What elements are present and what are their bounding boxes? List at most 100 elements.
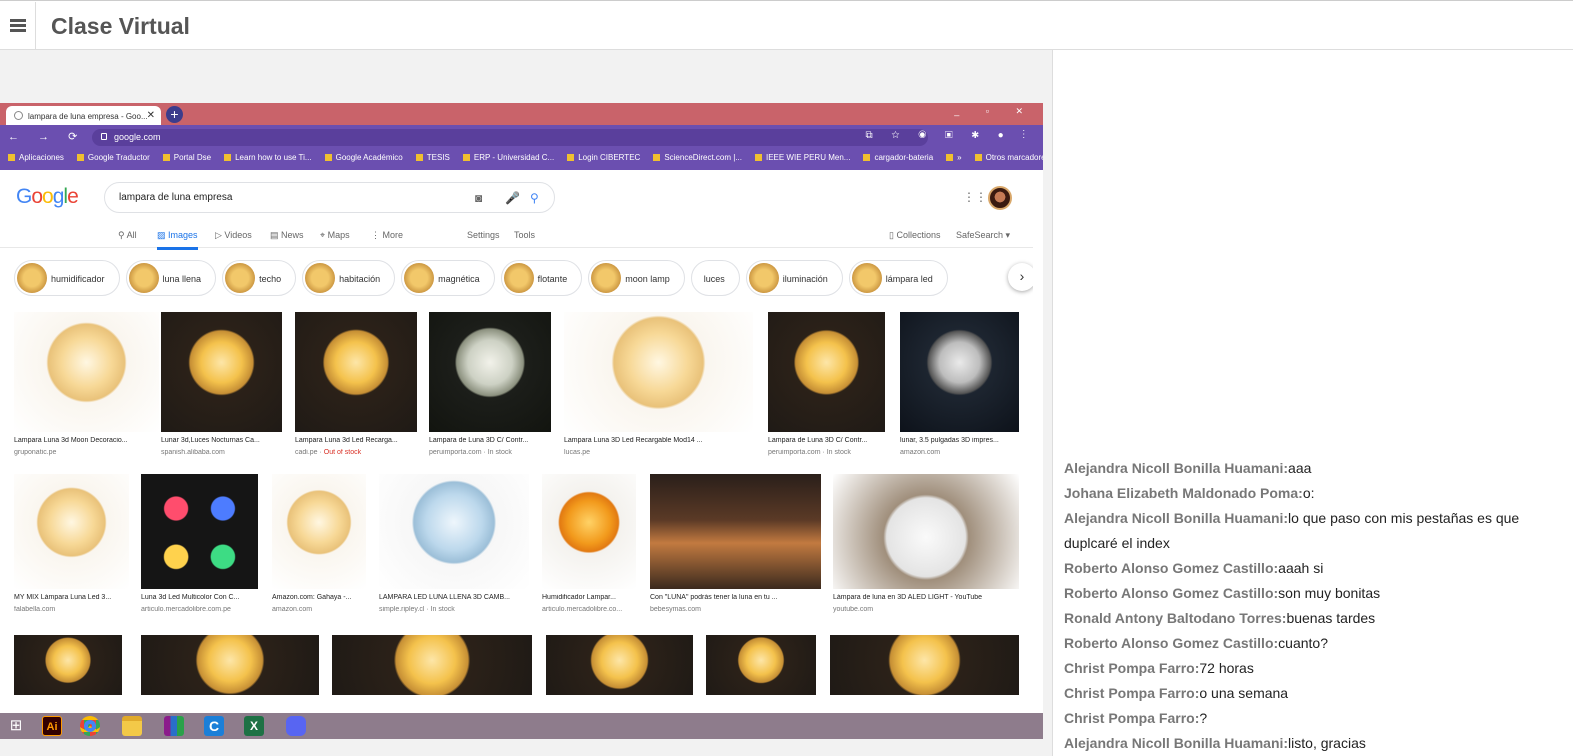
windows-start-icon[interactable]: ⊞ bbox=[6, 716, 26, 736]
result-thumbnail[interactable] bbox=[295, 312, 417, 432]
result-thumbnail[interactable] bbox=[768, 312, 885, 432]
related-search-chip[interactable]: flotante bbox=[500, 260, 583, 296]
tab-tools[interactable]: Tools bbox=[514, 230, 535, 240]
illustrator-icon[interactable]: Ai bbox=[42, 716, 62, 736]
image-result-partial[interactable] bbox=[14, 635, 122, 695]
bookmark-item[interactable]: Otros marcadores bbox=[975, 153, 1043, 162]
result-thumbnail[interactable] bbox=[272, 474, 366, 589]
bookmark-item[interactable]: Learn how to use Ti... bbox=[224, 153, 312, 162]
result-caption[interactable]: Humidificador Lampar... bbox=[542, 594, 636, 601]
image-result[interactable]: LAMPARA LED LUNA LLENA 3D CAMB... simple.… bbox=[379, 474, 529, 619]
bookmark-item[interactable]: cargador-bateria bbox=[863, 153, 933, 162]
close-tab-icon[interactable]: ✕ bbox=[147, 110, 155, 121]
tab-settings[interactable]: Settings bbox=[467, 230, 500, 240]
related-search-chip[interactable]: techo bbox=[222, 260, 297, 296]
image-result[interactable]: lunar, 3.5 pulgadas 3D impres... amazon.c… bbox=[900, 312, 1019, 462]
discord-icon[interactable] bbox=[286, 716, 306, 736]
tab-news[interactable]: ▤ News bbox=[270, 230, 304, 241]
ccleaner-icon[interactable]: C bbox=[204, 716, 224, 736]
result-caption[interactable]: MY MIX Lámpara Luna Led 3... bbox=[14, 594, 129, 601]
bookmark-item[interactable]: Aplicaciones bbox=[8, 153, 64, 162]
result-thumbnail[interactable] bbox=[429, 312, 551, 432]
tab-videos[interactable]: ▷ Videos bbox=[215, 230, 252, 241]
result-caption[interactable]: Lampara de Luna 3D C/ Contr... bbox=[429, 437, 551, 444]
result-thumbnail[interactable] bbox=[161, 312, 282, 432]
bookmark-item[interactable]: Google Académico bbox=[325, 153, 403, 162]
bookmark-item[interactable]: Google Traductor bbox=[77, 153, 150, 162]
image-result[interactable]: Lampara Luna 3d Led Recarga... cadi.pe · … bbox=[295, 312, 417, 462]
bookmark-item[interactable]: Login CIBERTEC bbox=[567, 153, 640, 162]
image-result-partial[interactable] bbox=[141, 635, 319, 695]
google-search-box[interactable]: lampara de luna empresa ◙ 🎤 ⚲ bbox=[104, 182, 555, 213]
result-caption[interactable]: lunar, 3.5 pulgadas 3D impres... bbox=[900, 437, 1019, 444]
result-caption[interactable]: LAMPARA LED LUNA LLENA 3D CAMB... bbox=[379, 594, 529, 601]
image-result[interactable]: Lampara Luna 3d Moon Decoracio... grupona… bbox=[14, 312, 159, 462]
microphone-icon[interactable]: 🎤 bbox=[505, 191, 520, 205]
image-result[interactable]: Lunar 3d,Luces Nocturnas Ca... spanish.al… bbox=[161, 312, 282, 462]
result-thumbnail[interactable] bbox=[14, 312, 159, 432]
result-thumbnail[interactable] bbox=[833, 474, 1019, 589]
hamburger-menu-icon[interactable] bbox=[0, 2, 36, 49]
chrome-icon[interactable] bbox=[80, 716, 100, 736]
result-caption[interactable]: Lunar 3d,Luces Nocturnas Ca... bbox=[161, 437, 282, 444]
result-caption[interactable]: Lampara Luna 3d Moon Decoracio... bbox=[14, 437, 159, 444]
bookmark-item[interactable]: » bbox=[946, 153, 961, 162]
image-result[interactable]: Lampara Luna 3D Led Recargable Mod14 ...… bbox=[564, 312, 753, 462]
image-result[interactable]: Humidificador Lampar... articulo.mercadol… bbox=[542, 474, 636, 619]
chevron-right-icon[interactable]: › bbox=[1008, 263, 1033, 291]
bookmark-item[interactable]: ScienceDirect.com |... bbox=[653, 153, 742, 162]
address-bar[interactable]: google.com bbox=[92, 129, 928, 146]
image-result[interactable]: Lampara de Luna 3D C/ Contr... peruimport… bbox=[429, 312, 551, 462]
image-result[interactable]: Con "LUNA" podrás tener la luna en tu ..… bbox=[650, 474, 821, 619]
image-result-partial[interactable] bbox=[332, 635, 532, 695]
camera-icon[interactable]: ◙ bbox=[475, 191, 482, 205]
result-caption[interactable]: Luna 3d Led Multicolor Con C... bbox=[141, 594, 258, 601]
result-caption[interactable]: Lámpara de luna en 3D ALED LIGHT - YouTu… bbox=[833, 594, 1019, 601]
result-caption[interactable]: Lampara de Luna 3D C/ Contr... bbox=[768, 437, 885, 444]
result-thumbnail[interactable] bbox=[141, 474, 258, 589]
google-logo[interactable]: Google bbox=[16, 185, 79, 209]
excel-icon[interactable]: X bbox=[244, 716, 264, 736]
bookmark-item[interactable]: Portal Dse bbox=[163, 153, 211, 162]
result-thumbnail[interactable] bbox=[542, 474, 636, 589]
safesearch-toggle[interactable]: SafeSearch ▾ bbox=[956, 230, 1010, 241]
image-result[interactable]: Luna 3d Led Multicolor Con C... articulo.… bbox=[141, 474, 258, 619]
related-search-chip[interactable]: moon lamp bbox=[588, 260, 685, 296]
result-thumbnail[interactable] bbox=[650, 474, 821, 589]
result-thumbnail[interactable] bbox=[14, 474, 129, 589]
winrar-icon[interactable] bbox=[164, 716, 184, 736]
result-caption[interactable]: Amazon.com: Gahaya -... bbox=[272, 594, 366, 601]
tab-images[interactable]: ▨ Images bbox=[157, 230, 198, 250]
tab-all[interactable]: ⚲ All bbox=[118, 230, 137, 241]
related-search-chip[interactable]: iluminación bbox=[745, 260, 843, 296]
related-search-chip[interactable]: lámpara led bbox=[848, 260, 948, 296]
image-result-partial[interactable] bbox=[546, 635, 693, 695]
result-thumbnail[interactable] bbox=[900, 312, 1019, 432]
result-caption[interactable]: Lampara Luna 3d Led Recarga... bbox=[295, 437, 417, 444]
file-explorer-icon[interactable] bbox=[122, 716, 142, 736]
result-thumbnail[interactable] bbox=[564, 312, 753, 432]
result-caption[interactable]: Lampara Luna 3D Led Recargable Mod14 ... bbox=[564, 437, 753, 444]
related-search-chip[interactable]: luces bbox=[690, 260, 740, 296]
user-avatar[interactable] bbox=[988, 186, 1012, 210]
image-result[interactable]: Amazon.com: Gahaya -... amazon.com bbox=[272, 474, 366, 619]
image-result-partial[interactable] bbox=[830, 635, 1019, 695]
collections-link[interactable]: ▯ Collections bbox=[889, 230, 940, 241]
result-caption[interactable]: Con "LUNA" podrás tener la luna en tu ..… bbox=[650, 594, 821, 601]
tab-maps[interactable]: ⌖ Maps bbox=[320, 230, 350, 241]
result-thumbnail[interactable] bbox=[379, 474, 529, 589]
search-icon[interactable]: ⚲ bbox=[530, 191, 539, 205]
related-search-chip[interactable]: magnética bbox=[401, 260, 495, 296]
related-search-chip[interactable]: humidificador bbox=[14, 260, 120, 296]
bookmark-item[interactable]: ERP - Universidad C... bbox=[463, 153, 554, 162]
new-tab-button[interactable]: + bbox=[166, 106, 183, 123]
image-result[interactable]: Lámpara de luna en 3D ALED LIGHT - YouTu… bbox=[833, 474, 1019, 619]
image-result[interactable]: MY MIX Lámpara Luna Led 3... falabella.co… bbox=[14, 474, 129, 619]
bookmark-item[interactable]: TESIS bbox=[416, 153, 450, 162]
related-search-chip[interactable]: habitación bbox=[302, 260, 396, 296]
tab-more[interactable]: ⋮ More bbox=[371, 230, 403, 241]
window-controls[interactable]: _ ▫ ✕ bbox=[954, 106, 1035, 117]
related-search-chip[interactable]: luna llena bbox=[125, 260, 217, 296]
browser-tab[interactable]: lampara de luna empresa - Goo... ✕ bbox=[6, 106, 161, 125]
bookmark-item[interactable]: IEEE WIE PERU Men... bbox=[755, 153, 850, 162]
